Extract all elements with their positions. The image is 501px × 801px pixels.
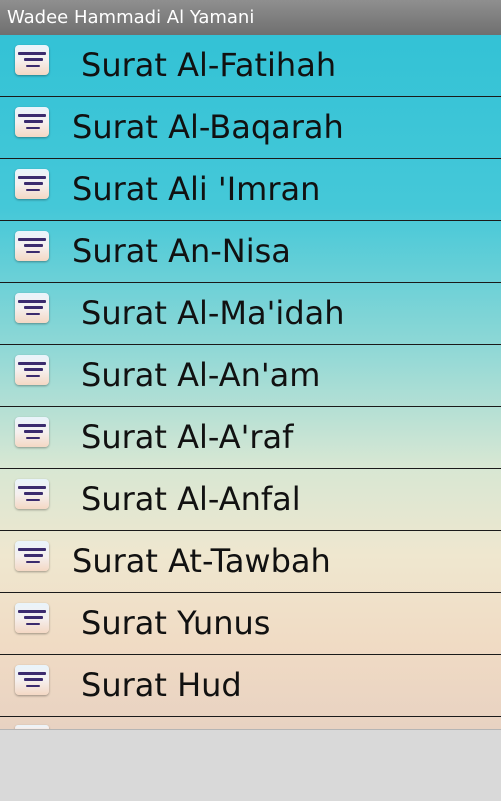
app-icon xyxy=(15,603,49,633)
list-item-an-nisa[interactable]: Surat An-Nisa xyxy=(0,221,501,283)
app-title: Wadee Hammadi Al Yamani xyxy=(7,7,255,28)
app-icon xyxy=(15,479,49,509)
list-item-label: Surat Al-Anfal xyxy=(81,480,301,518)
app-icon xyxy=(15,169,49,199)
app-icon xyxy=(15,293,49,323)
list-item-al-fatihah[interactable]: Surat Al-Fatihah xyxy=(0,35,501,97)
list-item-label: Surat Hud xyxy=(81,666,242,704)
list-item-label: Surat Al-Fatihah xyxy=(81,46,337,84)
list-item-al-maidah[interactable]: Surat Al-Ma'idah xyxy=(0,283,501,345)
app-icon xyxy=(15,45,49,75)
app-icon xyxy=(15,107,49,137)
list-item-partial[interactable] xyxy=(0,717,501,729)
list-item-label: Surat Al-Baqarah xyxy=(72,108,344,146)
surah-list[interactable]: Surat Al-Fatihah Surat Al-Baqarah Surat … xyxy=(0,35,501,729)
list-item-label: Surat Al-An'am xyxy=(81,356,321,394)
list-item-ali-imran[interactable]: Surat Ali 'Imran xyxy=(0,159,501,221)
list-item-yunus[interactable]: Surat Yunus xyxy=(0,593,501,655)
list-item-al-anam[interactable]: Surat Al-An'am xyxy=(0,345,501,407)
list-item-at-tawbah[interactable]: Surat At-Tawbah xyxy=(0,531,501,593)
app-icon xyxy=(15,231,49,261)
list-item-label: Surat An-Nisa xyxy=(72,232,291,270)
app-icon xyxy=(15,355,49,385)
list-item-label: Surat Al-Ma'idah xyxy=(81,294,345,332)
list-item-label: Surat At-Tawbah xyxy=(72,542,331,580)
list-item-al-baqarah[interactable]: Surat Al-Baqarah xyxy=(0,97,501,159)
bottom-empty-area xyxy=(0,729,501,801)
list-item-label: Surat Yunus xyxy=(81,604,271,642)
app-icon xyxy=(15,541,49,571)
list-item-hud[interactable]: Surat Hud xyxy=(0,655,501,717)
app-icon xyxy=(15,665,49,695)
list-item-al-araf[interactable]: Surat Al-A'raf xyxy=(0,407,501,469)
list-item-label: Surat Al-A'raf xyxy=(81,418,294,456)
list-item-al-anfal[interactable]: Surat Al-Anfal xyxy=(0,469,501,531)
app-icon xyxy=(15,417,49,447)
list-item-label: Surat Ali 'Imran xyxy=(72,170,321,208)
app-title-bar: Wadee Hammadi Al Yamani xyxy=(0,0,501,35)
